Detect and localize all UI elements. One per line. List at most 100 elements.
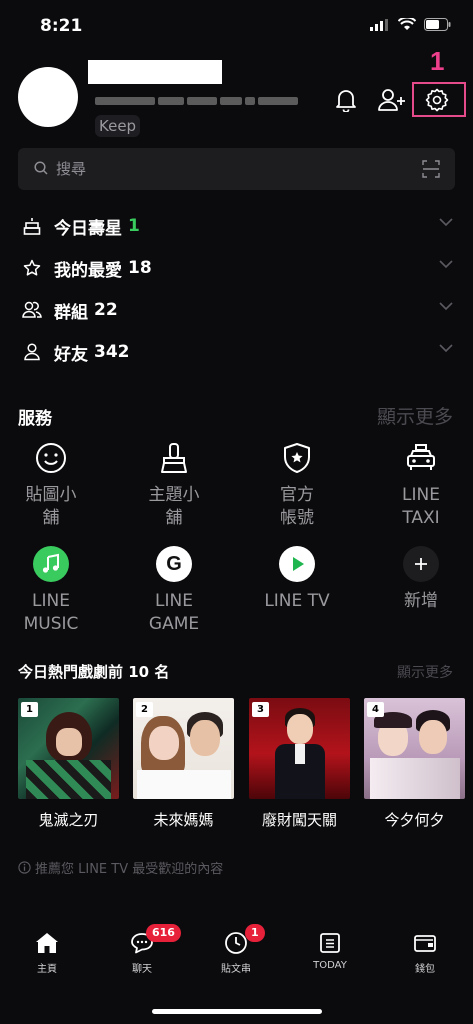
drama-card[interactable]: 3 廢財闖天關 [249,698,350,830]
unread-badge: 1 [245,924,265,942]
service-line-taxi[interactable]: LINE TAXI [371,440,471,530]
add-friend-icon [378,89,405,111]
keep-badge[interactable]: Keep [95,115,141,137]
signal-icon [370,18,388,31]
shield-star-icon [279,440,315,476]
drama-title: 今夕何夕 [384,811,445,829]
tab-label: 聊天 [132,964,152,975]
status-message-blurred[interactable] [95,90,325,105]
tab-label: 錢包 [415,964,435,975]
person-icon [22,342,42,362]
plus-icon [403,546,439,582]
search-icon [34,161,48,175]
info-icon [18,861,31,874]
status-icons [370,18,451,31]
profile-header: Keep [0,60,473,150]
taxi-icon [403,440,439,476]
drama-rank: 1 [21,702,38,717]
list-item-label: 今日壽星 [54,218,122,239]
tab-label: 貼文串 [221,964,251,975]
services-more-link[interactable]: 顯示更多 [377,402,453,429]
service-line-game[interactable]: G LINE GAME [124,546,224,636]
qr-scan-icon[interactable] [422,160,440,178]
tab-chats[interactable]: 聊天 616 [102,924,182,975]
tab-label: 主頁 [37,964,57,975]
list-item-favorites[interactable]: 我的最愛 18 [0,247,473,289]
service-label: LINE [155,591,193,611]
avatar[interactable] [18,67,78,127]
service-theme-shop[interactable]: 主題小舖 [124,440,224,530]
home-indicator[interactable] [152,1009,322,1014]
list-item-count: 22 [94,300,118,320]
service-label: 官方 [280,485,314,505]
status-time: 8:21 [40,16,83,36]
drama-thumbnail: 4 [364,698,465,799]
service-label: 主題小 [148,485,200,505]
service-label: MUSIC [23,614,79,634]
recommendation-note: 推薦您 LINE TV 最受歡迎的內容 [18,858,223,877]
smiley-icon [33,440,69,476]
service-label: 貼圖小 [25,485,77,505]
tab-wallet[interactable]: 錢包 [385,930,465,975]
status-bar: 8:21 [0,0,473,44]
service-sticker-shop[interactable]: 貼圖小舖 [1,440,101,530]
notification-button[interactable] [330,84,362,116]
drama-title: 廢財闖天關 [261,811,337,829]
drama-title: 鬼滅之刃 [38,811,99,829]
list-item-groups[interactable]: 群組 22 [0,289,473,331]
list-item-count: 1 [128,216,140,236]
list-item-count: 18 [128,258,152,278]
service-line-music[interactable]: LINE MUSIC [1,546,101,636]
service-add[interactable]: 新增 [371,546,471,613]
list-item-friends[interactable]: 好友 342 [0,331,473,373]
tab-home[interactable]: 主頁 [7,930,87,975]
unread-badge: 616 [146,924,181,942]
dramas-title: 今日熱門戲劇前 10 名 [18,663,170,681]
wifi-icon [398,18,416,30]
tab-today[interactable]: TODAY [290,930,370,971]
drama-card[interactable]: 1 鬼滅之刃 [18,698,119,830]
list-item-label: 群組 [54,302,88,323]
tab-timeline[interactable]: 貼文串 1 [196,924,276,975]
battery-icon [424,18,451,31]
cake-icon [22,216,42,236]
bell-icon [336,90,356,112]
service-label: TAXI [402,508,440,528]
add-friend-button[interactable] [376,84,408,116]
service-official-accounts[interactable]: 官方 帳號 [247,440,347,530]
service-label: 帳號 [280,508,314,528]
list-item-count: 342 [94,342,130,362]
annotation-number: 1 [430,46,445,76]
profile-name-redacted[interactable] [88,60,222,84]
friend-categories: 今日壽星 1 我的最愛 18 群組 22 好友 342 [0,205,473,373]
service-line-tv[interactable]: LINE TV [247,546,347,613]
list-item-label: 我的最愛 [54,260,122,281]
chevron-down-icon [439,344,453,353]
dramas-more-link[interactable]: 顯示更多 [397,662,453,682]
settings-annotation-box [412,82,466,117]
tab-label: TODAY [313,960,347,971]
home-icon [7,930,87,956]
list-item-birthdays[interactable]: 今日壽星 1 [0,205,473,247]
game-icon: G [156,546,192,582]
service-label: LINE TV [264,591,330,611]
service-label: LINE [402,485,440,505]
drama-thumbnail: 2 [133,698,234,799]
service-label: 舖 [165,508,183,528]
drama-card[interactable]: 4 今夕何夕 [364,698,465,830]
chevron-down-icon [439,260,453,269]
group-icon [22,300,42,320]
drama-rank: 4 [367,702,384,717]
brush-icon [156,440,192,476]
recommendation-text: 推薦您 LINE TV 最受歡迎的內容 [35,862,224,877]
play-icon [279,546,315,582]
drama-carousel: 1 鬼滅之刃 2 未來媽媽 3 廢財闖天關 4 今夕何夕 [18,698,473,838]
list-item-label: 好友 [54,344,88,365]
music-icon [33,546,69,582]
search-bar[interactable] [18,148,455,190]
search-input[interactable] [56,148,396,190]
drama-card[interactable]: 2 未來媽媽 [133,698,234,830]
service-label: 新增 [404,591,438,611]
drama-rank: 2 [136,702,153,717]
service-label: GAME [148,614,200,634]
